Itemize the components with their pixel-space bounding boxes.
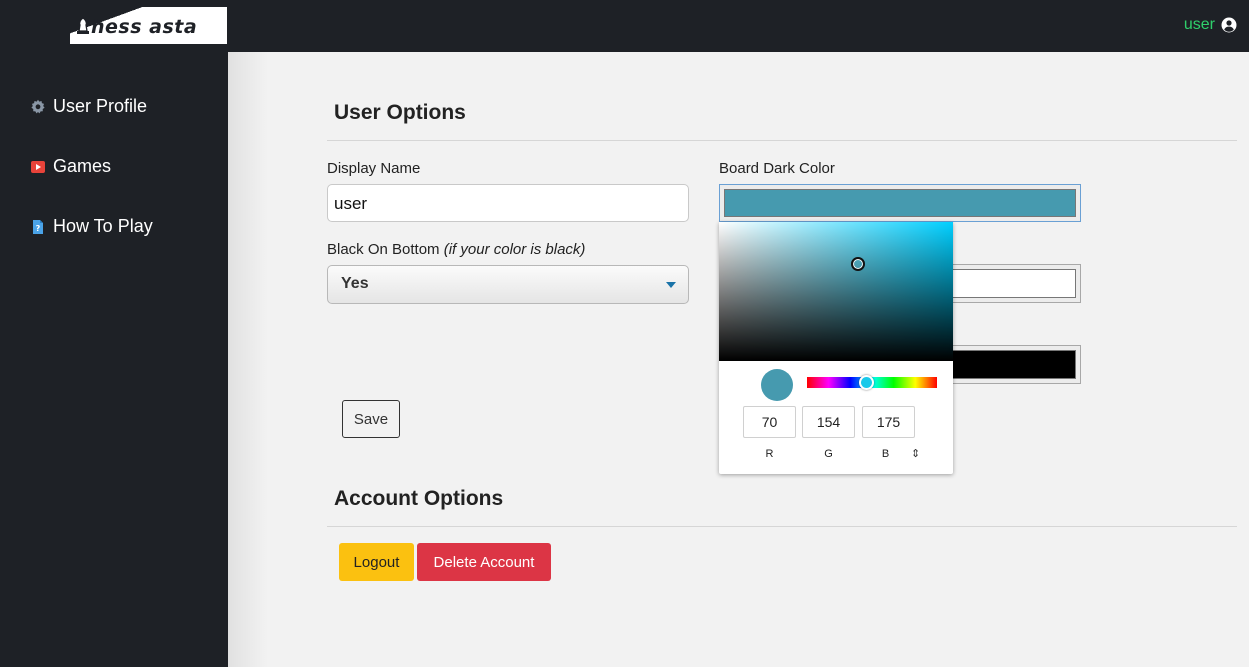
svg-text:?: ? [36, 224, 41, 233]
board-dark-color-input[interactable] [719, 184, 1081, 222]
user-menu[interactable]: user [1184, 16, 1237, 34]
save-button[interactable]: Save [342, 400, 400, 438]
color-picker-popup: 70 154 175 R G B ⇕ [719, 222, 953, 474]
delete-account-button[interactable]: Delete Account [417, 543, 551, 581]
color-swatch [724, 189, 1076, 217]
chevron-down-icon [666, 282, 676, 288]
mode-toggle-icon[interactable]: ⇕ [911, 447, 920, 460]
red-input[interactable]: 70 [743, 406, 796, 438]
green-label: G [824, 448, 833, 460]
help-doc-icon: ? [33, 219, 43, 234]
user-circle-icon [1221, 17, 1237, 33]
black-on-bottom-select[interactable]: Yes [327, 265, 689, 304]
blue-input[interactable]: 175 [862, 406, 915, 438]
red-label: R [765, 448, 774, 460]
black-on-bottom-hint: (if your color is black) [443, 241, 586, 258]
green-input[interactable]: 154 [802, 406, 855, 438]
sidebar-item-how-to-play[interactable]: ? How To Play [30, 216, 153, 237]
gear-icon [31, 99, 45, 113]
logout-button[interactable]: Logout [339, 543, 414, 581]
blue-label: B [881, 448, 890, 460]
bishop-icon [77, 17, 89, 34]
sidebar: User Profile Games ? How To Play [0, 52, 228, 667]
black-on-bottom-label: Black On Bottom (if your color is black) [327, 241, 586, 258]
play-icon [31, 160, 45, 173]
divider [327, 526, 1237, 527]
user-name: user [1183, 16, 1215, 33]
app-logo[interactable]: hess asta [70, 7, 227, 44]
logo-text: hess asta [75, 16, 197, 38]
account-options-title: Account Options [334, 487, 504, 510]
saturation-area[interactable] [719, 222, 953, 361]
hue-slider-thumb[interactable] [859, 375, 874, 390]
board-dark-color-label: Board Dark Color [719, 160, 835, 177]
display-name-input[interactable]: user [327, 184, 689, 222]
sidebar-item-games[interactable]: Games [30, 156, 111, 177]
user-options-title: User Options [334, 101, 466, 124]
top-bar: hess asta user [0, 0, 1249, 52]
sidebar-item-user-profile[interactable]: User Profile [30, 96, 147, 117]
color-preview [761, 369, 793, 401]
display-name-label: Display Name [327, 160, 421, 177]
divider [327, 140, 1237, 141]
saturation-cursor[interactable] [851, 257, 865, 271]
